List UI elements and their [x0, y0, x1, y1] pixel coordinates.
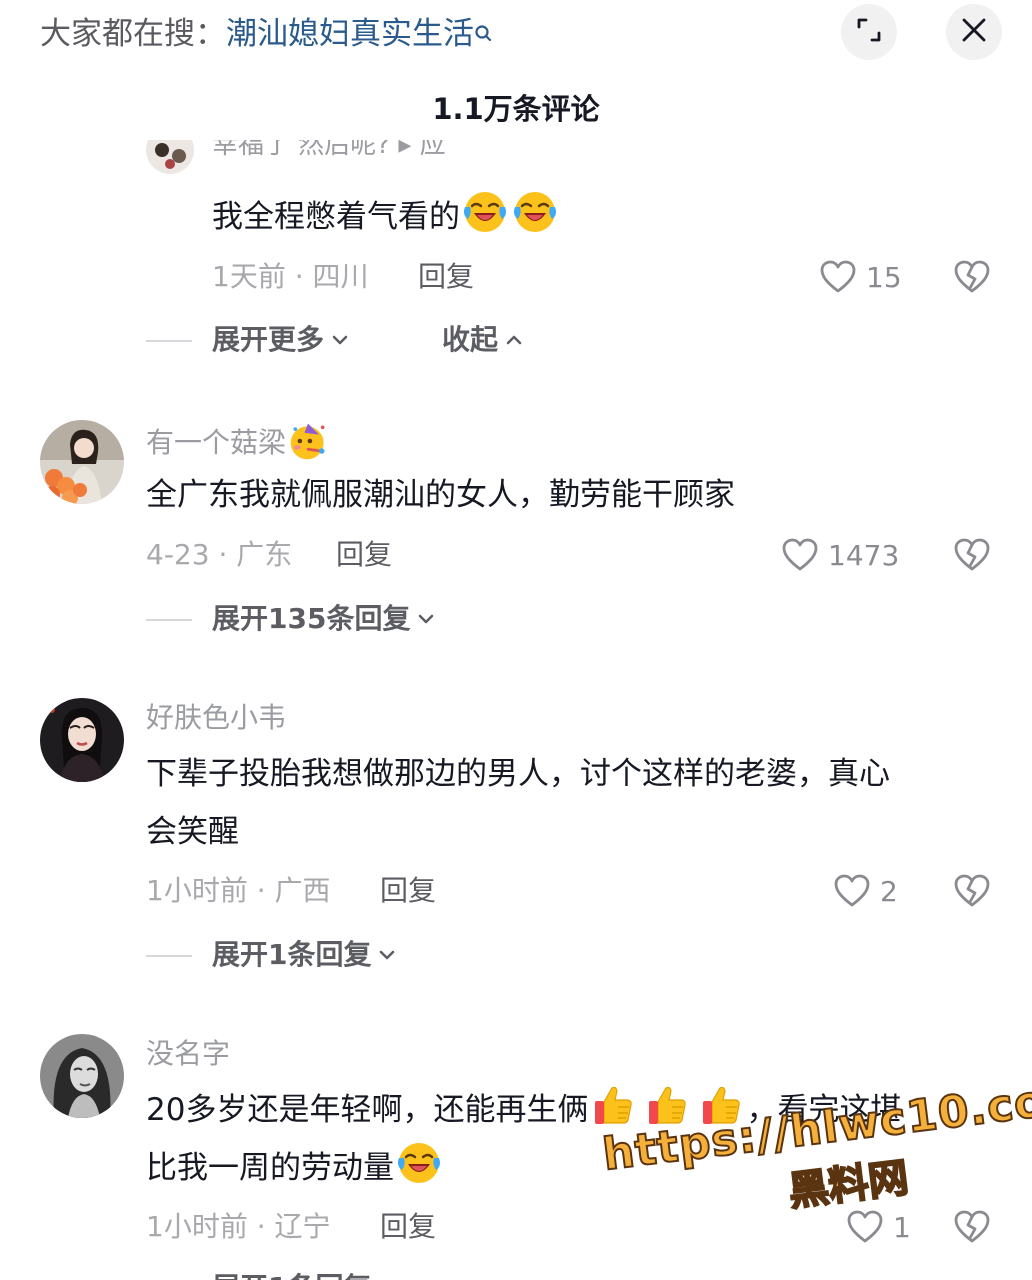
expand-replies-button[interactable]: 展开135条回复 — [212, 599, 436, 639]
divider — [146, 619, 192, 621]
comment-username[interactable]: 好肤色小韦 — [146, 698, 286, 738]
comment-time-location: 1小时前 · 广西 — [146, 874, 331, 907]
comment-time-location: 4-23 · 广东 — [146, 538, 293, 571]
comment-text-line: 会笑醒 — [146, 814, 239, 850]
avatar[interactable] — [40, 698, 124, 782]
expand-button[interactable] — [841, 4, 897, 60]
reply-button[interactable]: 回复 — [336, 535, 392, 575]
like-button[interactable]: 2 — [832, 871, 898, 911]
comment-time-location: 1小时前 · 辽宁 — [146, 1210, 331, 1243]
username-text: 有一个菇梁 — [146, 426, 287, 459]
comment-text-part: 比我一周的劳动量 — [146, 1150, 394, 1186]
expand-replies-label: 展开1条回复 — [212, 1268, 371, 1280]
expand-more-button[interactable]: 展开更多 — [212, 320, 350, 360]
search-icon[interactable] — [474, 14, 492, 42]
chevron-down-icon — [377, 945, 397, 965]
like-count: 1 — [893, 1210, 911, 1244]
comment-text-part: 20多岁还是年轻啊，还能再生俩 — [146, 1092, 589, 1128]
chevron-up-icon — [504, 330, 524, 350]
reply-username[interactable]: 幸福了 然后呢? ▸ 应 — [212, 140, 446, 162]
close-icon — [960, 16, 988, 48]
expand-replies-label: 展开135条回复 — [212, 602, 411, 635]
crying-laughing-emoji — [512, 189, 558, 235]
expand-icon — [855, 16, 883, 48]
party-face-emoji — [288, 420, 330, 462]
like-count: 15 — [866, 260, 902, 294]
chevron-down-icon — [416, 609, 436, 629]
divider — [146, 340, 192, 342]
comment-username[interactable]: 有一个菇梁 — [146, 420, 332, 463]
expand-replies-label: 展开1条回复 — [212, 938, 372, 971]
collapse-label: 收起 — [442, 323, 499, 356]
reply-button[interactable]: 回复 — [418, 257, 474, 297]
heart-icon — [780, 535, 820, 575]
reply-button[interactable]: 回复 — [380, 871, 436, 911]
close-button[interactable] — [946, 4, 1002, 60]
reply-text-content: 我全程憋着气看的 — [212, 199, 460, 235]
broken-heart-icon[interactable] — [952, 535, 992, 575]
broken-heart-icon[interactable] — [952, 871, 992, 911]
broken-heart-icon[interactable] — [952, 1207, 992, 1247]
heart-icon — [845, 1207, 885, 1247]
broken-heart-icon[interactable] — [952, 257, 992, 297]
reply-text: 我全程憋着气看的 — [212, 188, 560, 246]
expand-replies-button[interactable]: 展开1条回复 — [212, 935, 397, 975]
like-button[interactable]: 15 — [818, 257, 902, 297]
top-bar: 大家都在搜：潮汕媳妇真实生活 — [0, 0, 1032, 70]
comment-text-line: 下辈子投胎我想做那边的男人，讨个这样的老婆，真心 — [146, 756, 890, 792]
like-button[interactable]: 1 — [845, 1207, 911, 1247]
search-prefix: 大家都在搜： — [40, 16, 226, 52]
avatar[interactable] — [146, 140, 194, 174]
comment-username[interactable]: 没名字 — [146, 1034, 230, 1074]
comments-count-title: 1.1万条评论 — [432, 92, 600, 126]
avatar[interactable] — [40, 420, 124, 504]
search-suggestion[interactable]: 大家都在搜：潮汕媳妇真实生活 — [40, 12, 492, 56]
expand-more-label: 展开更多 — [212, 323, 325, 356]
divider — [146, 955, 192, 957]
search-term[interactable]: 潮汕媳妇真实生活 — [226, 16, 474, 52]
collapse-button[interactable]: 收起 — [442, 320, 524, 360]
reply-time-location: 1天前 · 四川 — [212, 260, 369, 293]
reply-button[interactable]: 回复 — [380, 1207, 436, 1247]
like-button[interactable]: 1473 — [780, 535, 899, 575]
chevron-down-icon — [330, 330, 350, 350]
crying-laughing-emoji — [462, 189, 508, 235]
expand-replies-button[interactable]: 展开1条回复 — [212, 1268, 371, 1280]
crying-laughing-emoji — [396, 1140, 442, 1186]
heart-icon — [818, 257, 858, 297]
thumbs-up-emoji — [590, 1082, 636, 1128]
comment-text: 全广东我就佩服潮汕的女人，勤劳能干顾家 — [146, 477, 735, 513]
comment-text-line: 比我一周的劳动量 — [146, 1139, 444, 1197]
heart-icon — [832, 871, 872, 911]
avatar[interactable] — [40, 1034, 124, 1118]
like-count: 2 — [880, 874, 898, 908]
like-count: 1473 — [828, 538, 900, 572]
